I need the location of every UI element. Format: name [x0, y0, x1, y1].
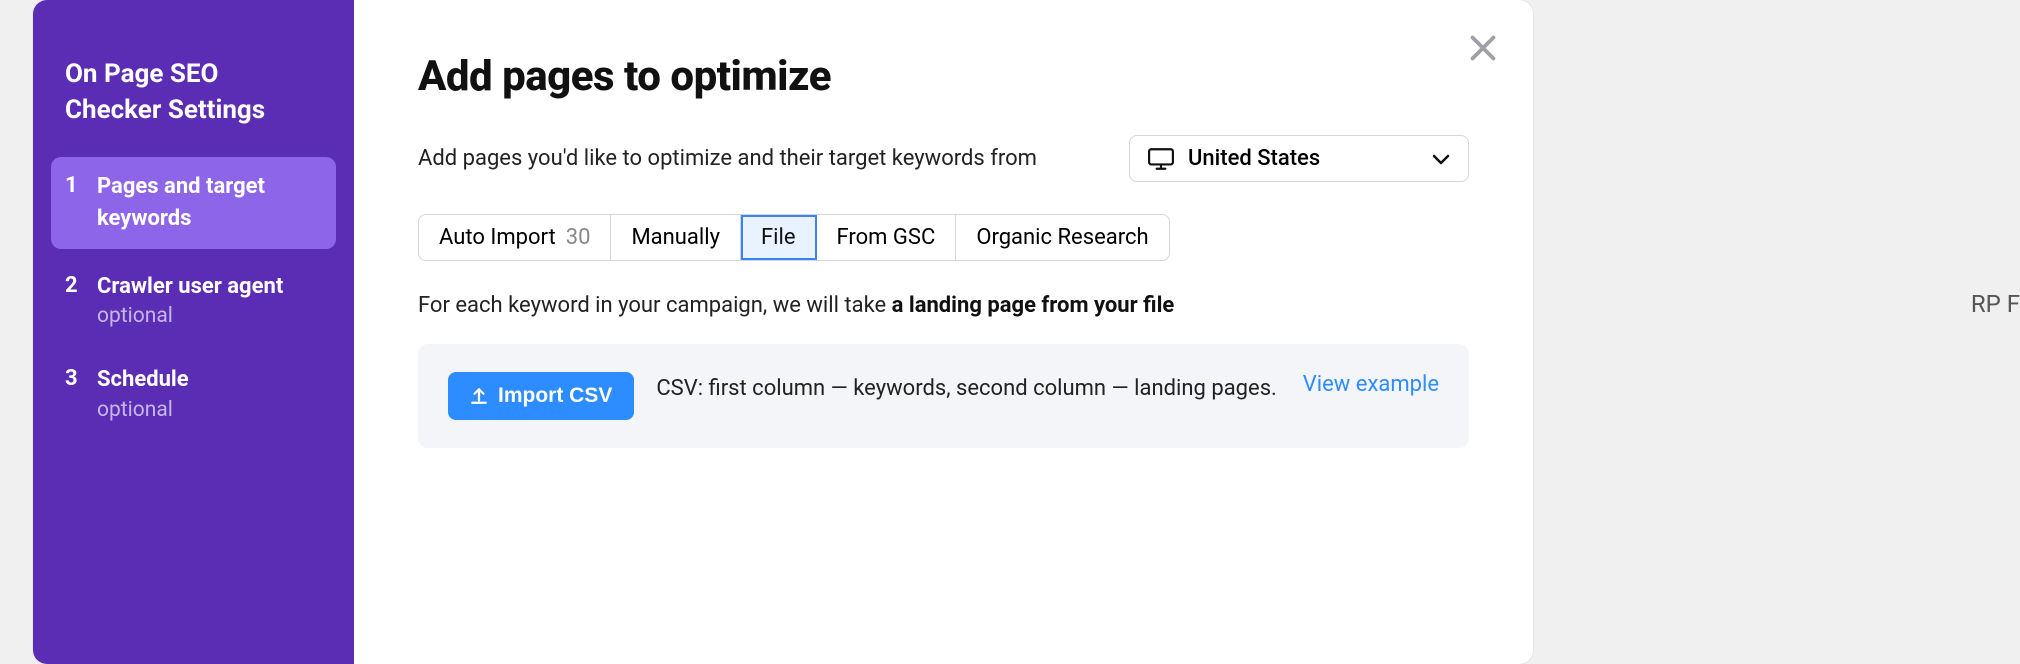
tab-label: Organic Research	[976, 225, 1148, 250]
wizard-sidebar: On Page SEO Checker Settings 1 Pages and…	[33, 0, 354, 664]
tab-auto-import[interactable]: Auto Import 30	[419, 215, 611, 260]
campaign-description: For each keyword in your campaign, we wi…	[418, 293, 1469, 318]
modal-content: Add pages to optimize Add pages you'd li…	[354, 0, 1533, 664]
tab-label: Manually	[631, 225, 720, 250]
description-text: Add pages you'd like to optimize and the…	[418, 146, 1037, 171]
step-pages-keywords[interactable]: 1 Pages and target keywords	[51, 157, 336, 249]
page-title: Add pages to optimize	[418, 52, 1469, 101]
step-label: Pages and target keywords	[97, 171, 322, 235]
step-list: 1 Pages and target keywords 2 Crawler us…	[51, 157, 336, 437]
import-box: Import CSV CSV: first column — keywords,…	[418, 344, 1469, 448]
step-optional: optional	[97, 398, 189, 422]
step-number: 1	[65, 171, 79, 202]
tab-label: From GSC	[837, 225, 936, 250]
sidebar-title: On Page SEO Checker Settings	[51, 56, 336, 129]
tab-label: File	[761, 225, 796, 250]
tab-organic-research[interactable]: Organic Research	[956, 215, 1168, 260]
source-tabs: Auto Import 30 Manually File From GSC Or…	[418, 214, 1170, 261]
country-select[interactable]: United States	[1129, 135, 1469, 182]
tab-label: Auto Import	[439, 225, 556, 250]
step-number: 3	[65, 364, 79, 395]
tab-count: 30	[566, 225, 591, 250]
step-schedule[interactable]: 3 Schedule optional	[51, 350, 336, 436]
import-button-label: Import CSV	[498, 384, 612, 408]
settings-modal: On Page SEO Checker Settings 1 Pages and…	[33, 0, 1533, 664]
import-description: CSV: first column — keywords, second col…	[656, 372, 1280, 406]
tab-manually[interactable]: Manually	[611, 215, 741, 260]
close-button[interactable]	[1465, 30, 1501, 66]
import-csv-button[interactable]: Import CSV	[448, 372, 634, 420]
step-optional: optional	[97, 304, 283, 328]
step-number: 2	[65, 271, 79, 302]
step-label: Schedule	[97, 364, 189, 396]
view-example-link[interactable]: View example	[1303, 372, 1439, 397]
close-icon	[1465, 30, 1501, 66]
chevron-down-icon	[1432, 153, 1450, 165]
step-crawler-agent[interactable]: 2 Crawler user agent optional	[51, 257, 336, 343]
country-label: United States	[1188, 146, 1418, 171]
upload-icon	[470, 387, 488, 405]
backdrop-text: RP F	[1971, 290, 2020, 318]
step-label: Crawler user agent	[97, 271, 283, 303]
description-row: Add pages you'd like to optimize and the…	[418, 135, 1469, 182]
desktop-icon	[1148, 148, 1174, 170]
tab-from-gsc[interactable]: From GSC	[817, 215, 957, 260]
tab-file[interactable]: File	[741, 215, 817, 260]
